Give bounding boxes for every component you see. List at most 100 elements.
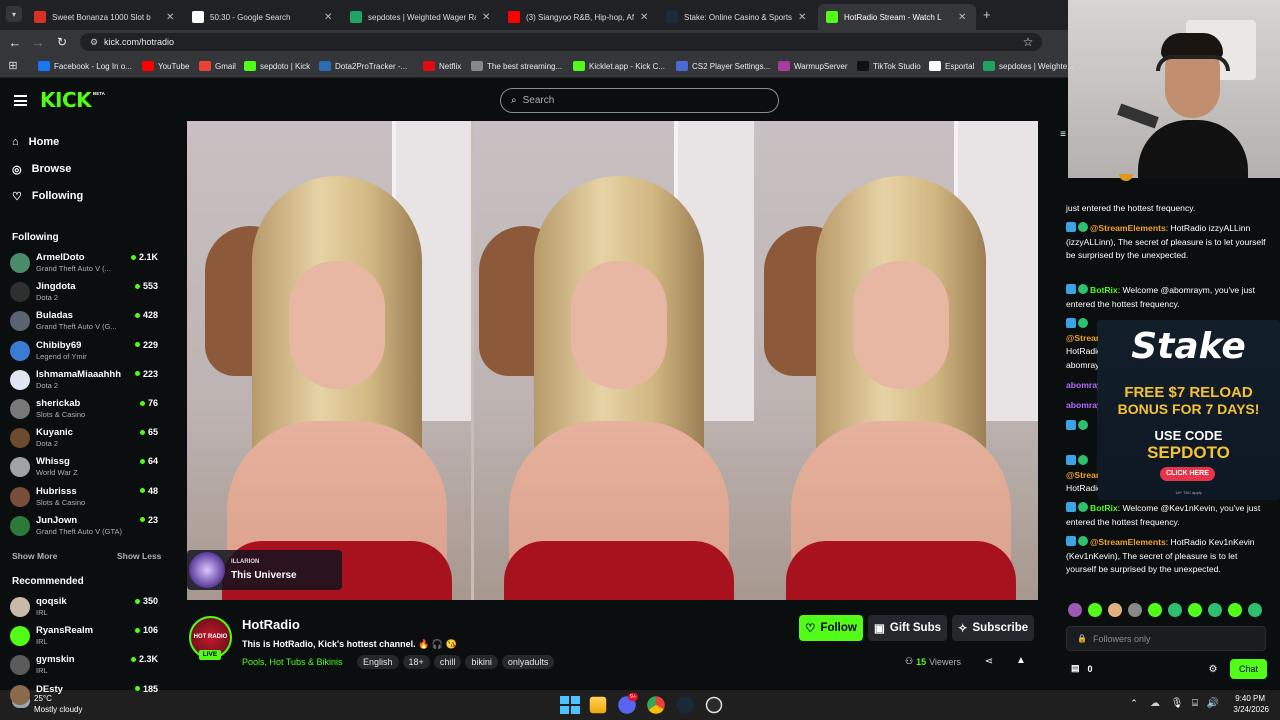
browser-tab[interactable]: (3) Siangyoo R&B, Hip-hop, Afr ✕ bbox=[500, 4, 658, 30]
browser-tab[interactable]: HotRadio Stream - Watch L ✕ bbox=[818, 4, 976, 30]
search-input[interactable]: ⌕ Search bbox=[500, 88, 779, 113]
chat-message[interactable]: BotRix: Welcome @passok, you've just ent… bbox=[1066, 420, 1098, 434]
browser-tab[interactable]: 50:30 - Google Search ✕ bbox=[184, 4, 342, 30]
sidebar-channel[interactable]: gymskin IRL 2.3K bbox=[10, 652, 162, 680]
channel-tag[interactable]: bikini bbox=[465, 655, 498, 669]
sidebar-channel[interactable]: Hubrisss Slots & Casino 48 bbox=[10, 484, 162, 512]
nav-following[interactable]: ♡ Following bbox=[12, 187, 83, 205]
chat-username[interactable]: @StreamElements bbox=[1090, 223, 1166, 233]
chat-message[interactable]: @StreamElements: HotRadio izzyALLinn (iz… bbox=[1066, 222, 1266, 263]
chat-input[interactable]: 🔒 Followers only bbox=[1066, 626, 1266, 651]
bookmark-item[interactable]: The best streaming... bbox=[471, 58, 562, 74]
obs-icon[interactable] bbox=[705, 696, 723, 714]
emote-icon[interactable] bbox=[1108, 603, 1122, 617]
chat-message[interactable]: BotRix: Welcome @abomraym, you've just e… bbox=[1066, 284, 1266, 311]
chat-username[interactable]: @StreamElements bbox=[1066, 333, 1098, 343]
chat-message[interactable]: @StreamElements: HotRadio abomraym (abom… bbox=[1066, 318, 1098, 372]
nav-home[interactable]: ⌂ Home bbox=[12, 133, 59, 151]
tab-close-icon[interactable]: ✕ bbox=[640, 12, 650, 23]
emote-icon[interactable] bbox=[1248, 603, 1262, 617]
follow-button[interactable]: ♡ Follow bbox=[799, 615, 863, 641]
emote-icon[interactable] bbox=[1208, 603, 1222, 617]
channel-tag[interactable]: English bbox=[357, 655, 399, 669]
emote-icon[interactable] bbox=[1068, 603, 1082, 617]
nav-browse[interactable]: ◎ Browse bbox=[12, 160, 71, 178]
emote-icon[interactable] bbox=[1168, 603, 1182, 617]
chat-message[interactable]: just entered the hottest frequency. bbox=[1066, 202, 1266, 216]
forward-icon[interactable]: → bbox=[31, 35, 45, 50]
chat-send-button[interactable]: Chat bbox=[1230, 659, 1267, 679]
sidebar-channel[interactable]: ArmelDoto Grand Theft Auto V (... 2.1K bbox=[10, 250, 162, 278]
tray-chevron-icon[interactable]: ⌃ bbox=[1129, 698, 1139, 708]
chat-message[interactable]: @StreamElements: HotRadio Kev1nKevin (Ke… bbox=[1066, 536, 1266, 577]
emote-icon[interactable] bbox=[1228, 603, 1242, 617]
sidebar-channel[interactable]: sherickab Slots & Casino 76 bbox=[10, 396, 162, 424]
browser-tab[interactable]: Stake: Online Casino & Sports B ✕ bbox=[658, 4, 816, 30]
bookmark-item[interactable]: Esportal bbox=[929, 58, 974, 74]
channel-name[interactable]: HotRadio bbox=[242, 617, 300, 632]
browser-tab[interactable]: Sweet Bonanza 1000 Slot b ✕ bbox=[26, 4, 184, 30]
chat-message[interactable]: BotRix: Welcome @Kev1nKevin, you've just… bbox=[1066, 502, 1266, 529]
clock-time[interactable]: 9:40 PM bbox=[1225, 694, 1265, 703]
channel-tag[interactable]: 18+ bbox=[402, 655, 430, 669]
share-icon[interactable]: ⋖ bbox=[983, 655, 995, 667]
sidebar-channel[interactable]: Chibiby69 Legend of Ymir 229 bbox=[10, 338, 162, 366]
url-field[interactable]: kick.com/hotradio bbox=[80, 33, 1042, 51]
volume-icon[interactable]: 🔊 bbox=[1207, 697, 1219, 709]
sidebar-channel[interactable]: Jingdota Dota 2 553 bbox=[10, 279, 162, 307]
new-tab-button[interactable]: + bbox=[983, 7, 991, 22]
promo-cta-button[interactable]: CLICK HERE bbox=[1160, 467, 1215, 481]
steam-icon[interactable] bbox=[676, 696, 694, 714]
reload-icon[interactable]: ↻ bbox=[55, 35, 69, 49]
sidebar-channel[interactable]: Buladas Grand Theft Auto V (G... 428 bbox=[10, 308, 162, 336]
sidebar-channel[interactable]: JunJown Grand Theft Auto V (GTA) 23 bbox=[10, 513, 162, 541]
tab-close-icon[interactable]: ✕ bbox=[958, 12, 968, 23]
show-more-link[interactable]: Show More bbox=[12, 551, 57, 561]
show-less-link[interactable]: Show Less bbox=[117, 551, 161, 561]
channel-category[interactable]: Pools, Hot Tubs & Bikinis bbox=[242, 657, 343, 667]
tab-close-icon[interactable]: ✕ bbox=[482, 12, 492, 23]
emote-icon[interactable] bbox=[1128, 603, 1142, 617]
tab-close-icon[interactable]: ✕ bbox=[166, 12, 176, 23]
back-icon[interactable]: ← bbox=[8, 35, 22, 50]
tab-search-icon[interactable]: ▾ bbox=[6, 6, 22, 22]
menu-icon[interactable] bbox=[14, 95, 27, 106]
sidebar-channel[interactable]: RyansRealm IRL 106 bbox=[10, 623, 162, 651]
channel-tag[interactable]: chill bbox=[433, 655, 462, 669]
kick-logo[interactable]: KICK bbox=[40, 88, 92, 112]
chat-message[interactable]: abomraym bbox=[1066, 399, 1098, 413]
tab-close-icon[interactable]: ✕ bbox=[324, 12, 334, 23]
bookmark-item[interactable]: WarmupServer bbox=[778, 58, 848, 74]
apps-grid-icon[interactable]: ⊞ bbox=[7, 59, 19, 72]
windows-start-icon[interactable] bbox=[558, 694, 580, 716]
chat-message[interactable]: @StreamElements: HotRadio passok (passok… bbox=[1066, 455, 1098, 495]
stake-promo-banner[interactable]: Stake FREE $7 RELOAD BONUS FOR 7 DAYS! U… bbox=[1097, 320, 1280, 500]
file-explorer-icon[interactable] bbox=[589, 696, 607, 714]
chrome-icon[interactable] bbox=[647, 696, 665, 714]
chat-message[interactable]: abomraym bbox=[1066, 379, 1098, 393]
bookmark-item[interactable]: TikTok Studio bbox=[857, 58, 921, 74]
channel-points[interactable]: ▤ 0 bbox=[1071, 663, 1093, 674]
bookmark-item[interactable]: CS2 Player Settings... bbox=[676, 58, 770, 74]
tray-app-icon[interactable]: ☁ bbox=[1149, 697, 1161, 709]
sidebar-channel[interactable]: Kuyanic Dota 2 65 bbox=[10, 425, 162, 453]
bookmark-item[interactable]: Facebook - Log In o... bbox=[38, 58, 132, 74]
report-icon[interactable]: ▲ bbox=[1015, 654, 1027, 666]
sidebar-channel[interactable]: qoqsik IRL 350 bbox=[10, 594, 162, 622]
bookmark-item[interactable]: Dota2ProTracker -... bbox=[319, 58, 407, 74]
emote-icon[interactable] bbox=[1148, 603, 1162, 617]
video-player[interactable] bbox=[187, 121, 1038, 600]
emote-icon[interactable] bbox=[1188, 603, 1202, 617]
chat-username[interactable]: BotRix bbox=[1090, 285, 1118, 295]
clock-date[interactable]: 3/24/2026 bbox=[1225, 705, 1269, 714]
bookmark-item[interactable]: sepdoto | Kick bbox=[244, 58, 310, 74]
chat-username[interactable]: @StreamElements bbox=[1066, 470, 1098, 480]
channel-tag[interactable]: onlyadults bbox=[501, 655, 555, 669]
bookmark-item[interactable]: Gmail bbox=[199, 58, 236, 74]
subscribe-button[interactable]: ✧ Subscribe bbox=[952, 615, 1034, 641]
chat-username[interactable]: abomraym bbox=[1066, 380, 1098, 390]
chat-username[interactable]: abomraym bbox=[1066, 400, 1098, 410]
network-icon[interactable]: ⌸ bbox=[1189, 697, 1201, 709]
chat-settings-icon[interactable]: ⚙ bbox=[1207, 663, 1219, 675]
gift-subs-button[interactable]: ▣ Gift Subs bbox=[868, 615, 947, 641]
